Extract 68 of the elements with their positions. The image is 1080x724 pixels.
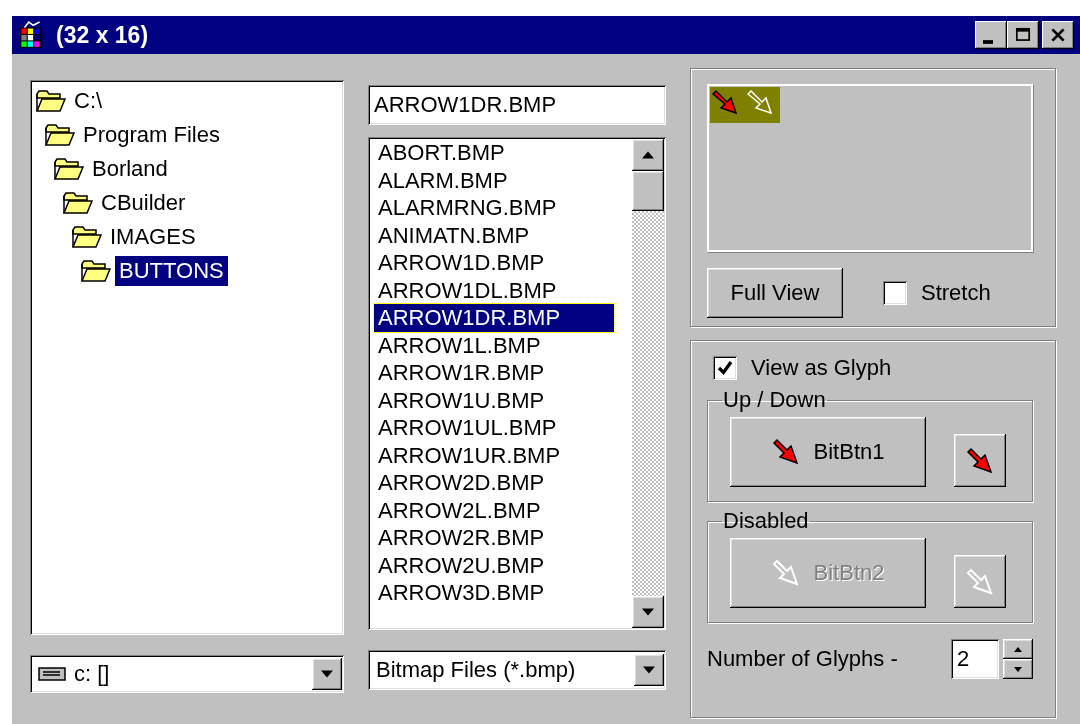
dropdown-button[interactable] <box>312 658 342 690</box>
file-item[interactable]: ARROW1L.BMP <box>374 331 614 359</box>
file-item[interactable]: ARROW1D.BMP <box>374 249 614 277</box>
arrow-icon <box>966 446 994 475</box>
folder-item[interactable]: Borland <box>88 154 172 184</box>
spin-buttons[interactable] <box>1003 639 1033 679</box>
scroll-up-icon <box>642 151 654 159</box>
folder-icon <box>54 158 84 180</box>
scrollbar[interactable] <box>632 139 664 628</box>
folder-icon <box>72 226 102 248</box>
dropdown-button[interactable] <box>634 654 664 686</box>
file-item[interactable]: ARROW1DR.BMP <box>374 304 614 332</box>
app-icon <box>18 21 44 49</box>
scroll-thumb[interactable] <box>632 171 664 211</box>
file-item[interactable]: ARROW2D.BMP <box>374 469 614 497</box>
file-item[interactable]: ARROW1DL.BMP <box>374 276 614 304</box>
file-item[interactable]: ARROW1UL.BMP <box>374 414 614 442</box>
arrow-glyph-drawing <box>710 87 780 123</box>
drive-icon <box>38 666 66 682</box>
folder-item[interactable]: IMAGES <box>106 222 200 252</box>
drive-dropdown[interactable]: c: [] <box>30 655 344 693</box>
folder-item[interactable]: Program Files <box>79 120 224 150</box>
scroll-down-icon <box>642 608 654 616</box>
full-view-button[interactable]: Full View <box>707 268 843 318</box>
minimize-icon <box>983 40 993 44</box>
up-caret-icon <box>1014 646 1022 652</box>
file-item[interactable]: ARROW2U.BMP <box>374 551 614 579</box>
file-item[interactable]: ARROW2L.BMP <box>374 496 614 524</box>
file-type-dropdown[interactable]: Bitmap Files (*.bmp) <box>368 650 666 690</box>
file-item[interactable]: ARROW1U.BMP <box>374 386 614 414</box>
folder-icon <box>63 192 93 214</box>
stretch-checkbox[interactable]: Stretch <box>883 280 991 306</box>
down-caret-icon <box>1014 666 1022 672</box>
maximize-icon <box>1014 27 1032 43</box>
file-name-field[interactable]: ARROW1DR.BMP <box>368 85 666 125</box>
caret-icon <box>321 670 333 678</box>
folder-icon <box>36 90 66 112</box>
maximize-button[interactable] <box>1007 21 1039 49</box>
bitmap-button[interactable]: BitBtn1 <box>730 417 926 487</box>
arrow-icon <box>771 559 800 587</box>
close-button[interactable] <box>1042 21 1074 49</box>
file-item[interactable]: ALARMRNG.BMP <box>374 194 614 222</box>
checkmark-icon <box>716 359 734 377</box>
file-item[interactable]: ALARM.BMP <box>374 166 614 194</box>
file-item[interactable]: ARROW1R.BMP <box>374 359 614 387</box>
folder-icon <box>45 124 75 146</box>
minimize-button[interactable] <box>975 21 1007 49</box>
folder-icon <box>81 260 111 282</box>
folder-item[interactable]: CBuilder <box>97 188 190 218</box>
view-as-glyph-checkbox[interactable]: View as Glyph <box>713 355 1033 381</box>
file-item[interactable]: ARROW3D.BMP <box>374 579 614 607</box>
folder-item[interactable]: BUTTONS <box>115 256 228 286</box>
file-item[interactable]: ABORT.BMP <box>374 139 614 167</box>
glyph-count-field[interactable]: 2 <box>951 639 999 679</box>
group-title: Up / Down <box>722 387 827 413</box>
close-icon <box>1049 27 1067 43</box>
file-item[interactable]: ARROW1UR.BMP <box>374 441 614 469</box>
file-item[interactable]: ANIMATN.BMP <box>374 221 614 249</box>
arrow-icon <box>771 438 800 466</box>
window-title: (32 x 16) <box>56 21 150 49</box>
file-item[interactable]: ARROW2R.BMP <box>374 524 614 552</box>
arrow-icon <box>966 567 994 596</box>
caret-icon <box>643 666 655 674</box>
glyph-count-label: Number of Glyphs - <box>707 646 899 672</box>
speed-button[interactable] <box>954 555 1006 608</box>
group-title: Disabled <box>722 508 810 534</box>
speed-button[interactable] <box>954 434 1006 487</box>
folder-item[interactable]: C:\ <box>70 86 107 116</box>
